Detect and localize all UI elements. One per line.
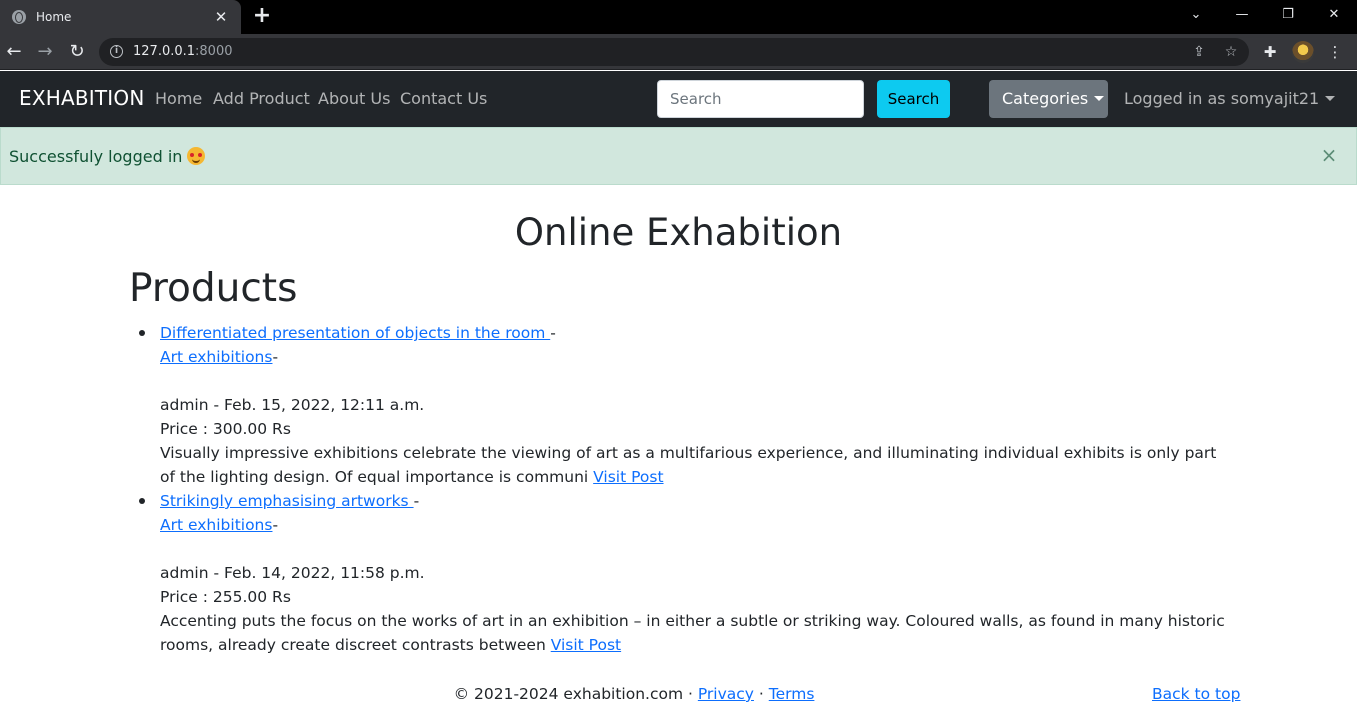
chevron-down-icon (1325, 95, 1336, 101)
success-alert: Successfuly logged in × (0, 127, 1357, 185)
page-title: Online Exhabition (514, 211, 843, 254)
search-button[interactable]: Search (877, 80, 950, 118)
globe-icon (12, 10, 26, 24)
section-title: Products (129, 266, 298, 311)
separator: - (272, 348, 279, 366)
categories-dropdown[interactable]: Categories (989, 80, 1108, 118)
reload-icon[interactable]: ↻ (65, 40, 89, 64)
browser-tab-bar: Home ✕ + ⌄ — ❐ ✕ (0, 0, 1357, 34)
privacy-link[interactable]: Privacy (698, 685, 754, 703)
maximize-icon[interactable]: ❐ (1265, 0, 1311, 30)
nav-add-product[interactable]: Add Product (213, 89, 310, 108)
back-to-top-link[interactable]: Back to top (1152, 682, 1240, 706)
separator: - (413, 492, 420, 510)
site-navbar: EXHABITION Home Add Product About Us Con… (0, 71, 1357, 127)
user-menu-dropdown[interactable]: Logged in as somyajit21 (1124, 89, 1336, 108)
visit-post-link[interactable]: Visit Post (551, 636, 621, 654)
product-list: Differentiated presentation of objects i… (139, 321, 1230, 657)
browser-tab[interactable]: Home ✕ (0, 0, 241, 34)
product-item: Strikingly emphasising artworks - Art ex… (139, 489, 1230, 657)
profile-avatar[interactable] (1292, 41, 1314, 63)
share-icon[interactable]: ⇪ (1189, 42, 1209, 62)
info-icon[interactable]: i (110, 45, 123, 58)
close-tab-icon[interactable]: ✕ (212, 8, 230, 26)
visit-post-link[interactable]: Visit Post (593, 468, 663, 486)
url-text: 127.0.0.1:8000 (133, 44, 233, 59)
categories-label: Categories (1002, 89, 1089, 108)
new-tab-icon[interactable]: + (251, 5, 273, 27)
back-icon[interactable]: ← (2, 40, 26, 64)
separator: - (550, 324, 556, 342)
copyright: © 2021-2024 exhabition.com · (453, 685, 698, 703)
nav-about-us[interactable]: About Us (318, 89, 390, 108)
minimize-icon[interactable]: — (1219, 0, 1265, 30)
chevron-down-icon (1094, 95, 1105, 101)
smiling-face-hearts-icon (187, 147, 206, 165)
product-category-link[interactable]: Art exhibitions (160, 516, 272, 534)
product-title-link[interactable]: Differentiated presentation of objects i… (160, 324, 550, 342)
alert-message: Successfuly logged in (9, 147, 206, 166)
menu-kebab-icon[interactable]: ⋮ (1324, 41, 1346, 63)
product-excerpt: Accenting puts the focus on the works of… (160, 612, 1225, 654)
separator: · (753, 685, 769, 703)
footer-links: © 2021-2024 exhabition.com · Privacy · T… (0, 682, 1268, 706)
forward-icon[interactable]: → (33, 40, 57, 64)
product-price: Price : 300.00 Rs (160, 420, 291, 438)
browser-toolbar: ← → ↻ i 127.0.0.1:8000 ⇪ ☆ ✚ ⋮ (0, 34, 1357, 70)
separator: - (272, 516, 279, 534)
search-input[interactable]: Search (657, 80, 864, 118)
user-menu-label: Logged in as somyajit21 (1124, 89, 1320, 108)
extensions-icon[interactable]: ✚ (1259, 41, 1281, 63)
product-meta: admin - Feb. 14, 2022, 11:58 p.m. (160, 564, 425, 582)
product-excerpt: Visually impressive exhibitions celebrat… (160, 444, 1217, 486)
address-bar[interactable]: i 127.0.0.1:8000 ⇪ ☆ (99, 38, 1249, 66)
product-title-link[interactable]: Strikingly emphasising artworks (160, 492, 414, 510)
product-price: Price : 255.00 Rs (160, 588, 291, 606)
product-category-link[interactable]: Art exhibitions (160, 348, 272, 366)
tab-title: Home (36, 10, 72, 24)
nav-contact-us[interactable]: Contact Us (400, 89, 487, 108)
terms-link[interactable]: Terms (769, 685, 815, 703)
product-item: Differentiated presentation of objects i… (139, 321, 1230, 489)
alert-close-button[interactable]: × (1320, 144, 1338, 166)
product-meta: admin - Feb. 15, 2022, 12:11 a.m. (160, 396, 425, 414)
window-close-icon[interactable]: ✕ (1311, 0, 1357, 30)
nav-home[interactable]: Home (155, 89, 202, 108)
bookmark-star-icon[interactable]: ☆ (1221, 42, 1241, 62)
brand-logo[interactable]: EXHABITION (19, 86, 145, 110)
tab-search-icon[interactable]: ⌄ (1173, 0, 1219, 30)
